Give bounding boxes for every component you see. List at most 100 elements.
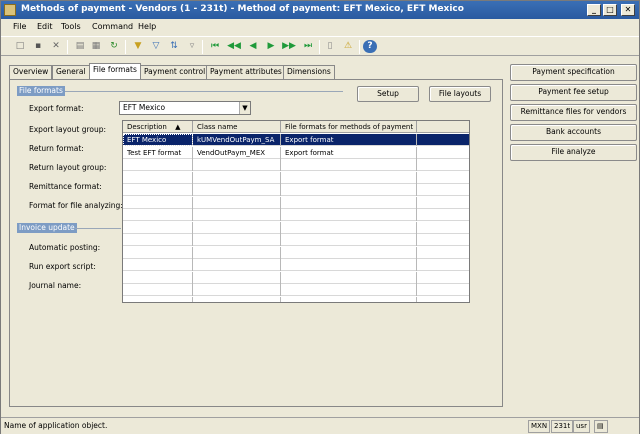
tab-overview[interactable]: Overview: [9, 65, 53, 79]
table-cell-class-name[interactable]: [193, 246, 281, 259]
tab-dimensions[interactable]: Dimensions: [283, 65, 335, 79]
empty-table-row[interactable]: [123, 209, 469, 221]
table-cell-description[interactable]: [123, 271, 193, 284]
menu-file[interactable]: File: [13, 22, 26, 31]
menu-command[interactable]: Command: [92, 22, 133, 31]
table-cell-class-name[interactable]: [193, 234, 281, 246]
table-cell-description[interactable]: [123, 234, 193, 246]
file-format-lookup-grid[interactable]: Description ▲ Class name File formats fo…: [122, 120, 470, 303]
empty-table-row[interactable]: [123, 221, 469, 234]
table-cell-class-name[interactable]: kUMVendOutPaym_SA: [193, 134, 281, 146]
table-cell-file-format[interactable]: Export format: [281, 146, 417, 159]
export-format-select[interactable]: EFT Mexico ▼: [119, 101, 251, 115]
table-cell-file-format[interactable]: [281, 159, 417, 171]
status-info-icon[interactable]: ▤: [594, 420, 608, 433]
menu-edit[interactable]: Edit: [37, 22, 53, 31]
tab-general[interactable]: General: [52, 65, 90, 79]
save-icon[interactable]: ▪: [31, 40, 45, 53]
first-record-icon[interactable]: ⏮: [208, 40, 222, 53]
file-layouts-button[interactable]: File layouts: [429, 86, 491, 102]
table-cell-file-format[interactable]: [281, 259, 417, 271]
table-cell-description[interactable]: [123, 221, 193, 234]
advanced-filter-icon[interactable]: ▽: [149, 40, 163, 53]
table-cell-description[interactable]: [123, 171, 193, 184]
table-cell-file-format[interactable]: [281, 196, 417, 209]
table-cell-class-name[interactable]: [193, 271, 281, 284]
table-cell-description[interactable]: [123, 296, 193, 302]
table-cell-description[interactable]: [123, 184, 193, 196]
refresh-icon[interactable]: ↻: [107, 40, 121, 53]
table-cell-class-name[interactable]: [193, 221, 281, 234]
table-cell-description[interactable]: [123, 159, 193, 171]
menu-tools[interactable]: Tools: [61, 22, 81, 31]
close-button[interactable]: ✕: [621, 4, 635, 16]
table-cell-class-name[interactable]: [193, 171, 281, 184]
table-cell-class-name[interactable]: VendOutPaym_MEX: [193, 146, 281, 159]
table-cell-description[interactable]: [123, 209, 193, 221]
column-header-description[interactable]: Description ▲: [123, 121, 193, 133]
empty-table-row[interactable]: [123, 271, 469, 284]
previous-record-icon[interactable]: ◀: [246, 40, 260, 53]
empty-table-row[interactable]: [123, 184, 469, 196]
remove-filter-icon[interactable]: ▿: [185, 40, 199, 53]
empty-table-row[interactable]: [123, 159, 469, 171]
setup-button[interactable]: Setup: [357, 86, 419, 102]
table-cell-class-name[interactable]: [193, 259, 281, 271]
table-cell-file-format[interactable]: [281, 221, 417, 234]
tab-payment-control[interactable]: Payment control: [140, 65, 210, 79]
empty-table-row[interactable]: [123, 259, 469, 271]
table-cell-description[interactable]: [123, 259, 193, 271]
empty-table-row[interactable]: [123, 196, 469, 209]
remittance-files-for-vendors-button[interactable]: Remittance files for vendors: [510, 104, 637, 121]
table-cell-file-format[interactable]: [281, 234, 417, 246]
filter-by-selection-icon[interactable]: ▼: [131, 40, 145, 53]
sort-icon[interactable]: ⇅: [167, 40, 181, 53]
table-cell-file-format[interactable]: [281, 184, 417, 196]
status-company[interactable]: 231t: [551, 420, 574, 433]
last-record-icon[interactable]: ⏭: [301, 40, 315, 53]
alert-icon[interactable]: ⚠: [341, 40, 355, 53]
status-user[interactable]: usr: [573, 420, 590, 433]
table-cell-file-format[interactable]: Export format: [281, 134, 417, 146]
table-cell-file-format[interactable]: [281, 284, 417, 296]
bank-accounts-button[interactable]: Bank accounts: [510, 124, 637, 141]
table-cell-class-name[interactable]: [193, 159, 281, 171]
table-cell-description[interactable]: EFT Mexico: [123, 134, 193, 146]
table-cell-description[interactable]: [123, 284, 193, 296]
tab-payment-attributes[interactable]: Payment attributes: [206, 65, 286, 79]
table-cell-file-format[interactable]: [281, 209, 417, 221]
table-cell-class-name[interactable]: [193, 209, 281, 221]
new-icon[interactable]: □: [13, 40, 27, 53]
table-cell-class-name[interactable]: [193, 296, 281, 302]
table-row[interactable]: Test EFT format VendOutPaym_MEX Export for…: [123, 146, 469, 159]
minimize-button[interactable]: _: [587, 4, 601, 16]
document-handling-icon[interactable]: ▯: [323, 40, 337, 53]
table-cell-class-name[interactable]: [193, 184, 281, 196]
table-cell-file-format[interactable]: [281, 271, 417, 284]
table-cell-file-format[interactable]: [281, 171, 417, 184]
table-cell-file-format[interactable]: [281, 296, 417, 302]
previous-page-icon[interactable]: ◀◀: [225, 40, 243, 53]
help-icon[interactable]: ?: [363, 40, 377, 53]
next-record-icon[interactable]: ▶: [264, 40, 278, 53]
print-preview-icon[interactable]: ▦: [89, 40, 103, 53]
print-icon[interactable]: ▤: [73, 40, 87, 53]
payment-fee-setup-button[interactable]: Payment fee setup: [510, 84, 637, 101]
table-cell-file-format[interactable]: [281, 246, 417, 259]
table-cell-class-name[interactable]: [193, 196, 281, 209]
column-header-class-name[interactable]: Class name: [193, 121, 281, 133]
table-row[interactable]: EFT Mexico kUMVendOutPaym_SA Export format: [123, 134, 469, 146]
table-cell-description[interactable]: [123, 246, 193, 259]
table-cell-class-name[interactable]: [193, 284, 281, 296]
tab-file-formats[interactable]: File formats: [89, 63, 141, 79]
empty-table-row[interactable]: [123, 296, 469, 302]
empty-table-row[interactable]: [123, 284, 469, 296]
empty-table-row[interactable]: [123, 171, 469, 184]
title-bar[interactable]: Methods of payment - Vendors (1 - 231t) …: [1, 1, 639, 19]
column-header-file-formats[interactable]: File formats for methods of payment: [281, 121, 417, 133]
empty-table-row[interactable]: [123, 246, 469, 259]
table-cell-description[interactable]: [123, 196, 193, 209]
empty-table-row[interactable]: [123, 234, 469, 246]
payment-specification-button[interactable]: Payment specification: [510, 64, 637, 81]
file-analyze-button[interactable]: File analyze: [510, 144, 637, 161]
